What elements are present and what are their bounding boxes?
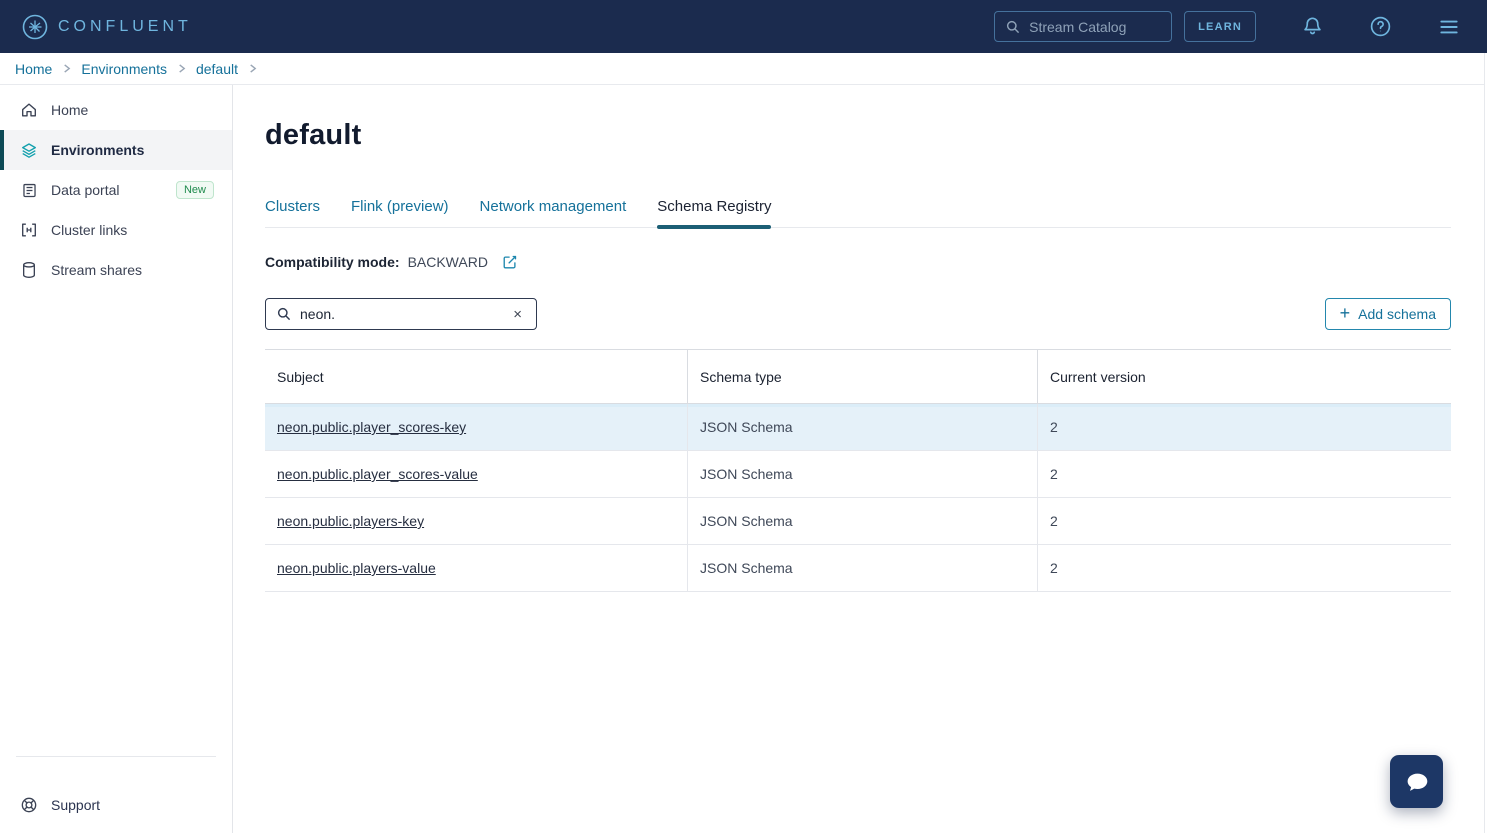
current-version-cell: 2 xyxy=(1037,404,1451,450)
clear-search-icon[interactable]: × xyxy=(509,305,526,324)
menu-icon[interactable] xyxy=(1437,15,1461,39)
chevron-right-icon xyxy=(177,64,186,73)
sidebar-item-home[interactable]: Home xyxy=(0,90,232,130)
sidebar-item-label: Environments xyxy=(51,142,144,158)
schema-type-cell: JSON Schema xyxy=(687,404,1037,450)
chevron-right-icon xyxy=(62,64,71,73)
help-icon[interactable] xyxy=(1369,15,1392,38)
layers-icon xyxy=(20,141,38,160)
learn-button[interactable]: LEARN xyxy=(1184,11,1256,42)
table-row[interactable]: neon.public.players-value JSON Schema 2 xyxy=(265,545,1451,592)
document-icon xyxy=(20,182,38,199)
subject-link[interactable]: neon.public.player_scores-value xyxy=(277,466,478,482)
sidebar-item-label: Stream shares xyxy=(51,262,142,278)
add-schema-button[interactable]: + Add schema xyxy=(1325,298,1451,330)
main-content: default Clusters Flink (preview) Network… xyxy=(233,85,1487,833)
subject-link[interactable]: neon.public.players-key xyxy=(277,513,424,529)
sidebar-item-cluster-links[interactable]: Cluster links xyxy=(0,210,232,250)
stream-catalog-input[interactable] xyxy=(1029,19,1149,35)
sidebar-item-stream-shares[interactable]: Stream shares xyxy=(0,250,232,290)
sidebar-divider xyxy=(16,756,216,757)
schemas-table: Subject Schema type Current version neon… xyxy=(265,349,1451,592)
sidebar-item-data-portal[interactable]: Data portal New xyxy=(0,170,232,210)
page-title: default xyxy=(265,119,1451,152)
schema-search-box[interactable]: × xyxy=(265,298,537,330)
plus-icon: + xyxy=(1340,304,1351,322)
breadcrumb-environments[interactable]: Environments xyxy=(81,61,167,77)
database-icon xyxy=(20,261,38,279)
table-header-row: Subject Schema type Current version xyxy=(265,349,1451,404)
confluent-logo-icon xyxy=(22,14,48,40)
compatibility-mode-label: Compatibility mode: xyxy=(265,254,400,270)
sidebar-item-label: Cluster links xyxy=(51,222,127,238)
top-navbar: CONFLUENT LEARN xyxy=(0,0,1487,53)
chat-button[interactable] xyxy=(1390,755,1443,808)
subject-link[interactable]: neon.public.player_scores-key xyxy=(277,419,466,435)
tab-bar: Clusters Flink (preview) Network managem… xyxy=(265,198,1451,228)
confluent-brand[interactable]: CONFLUENT xyxy=(22,14,192,40)
subject-link[interactable]: neon.public.players-value xyxy=(277,560,436,576)
table-row[interactable]: neon.public.player_scores-value JSON Sch… xyxy=(265,451,1451,498)
schema-type-cell: JSON Schema xyxy=(687,498,1037,544)
chat-bubble-icon xyxy=(1402,767,1432,797)
schema-search-input[interactable] xyxy=(300,306,509,322)
schema-type-cell: JSON Schema xyxy=(687,451,1037,497)
current-version-cell: 2 xyxy=(1037,545,1451,591)
life-ring-icon xyxy=(20,796,38,814)
notifications-bell-icon[interactable] xyxy=(1301,15,1324,38)
chevron-right-icon xyxy=(248,64,257,73)
tab-flink-preview[interactable]: Flink (preview) xyxy=(351,198,449,227)
column-header-current-version: Current version xyxy=(1037,350,1451,403)
current-version-cell: 2 xyxy=(1037,498,1451,544)
column-header-schema-type: Schema type xyxy=(687,350,1037,403)
cluster-links-icon xyxy=(20,221,38,239)
home-icon xyxy=(20,101,38,119)
edit-icon[interactable] xyxy=(502,254,518,270)
table-row[interactable]: neon.public.players-key JSON Schema 2 xyxy=(265,498,1451,545)
new-badge: New xyxy=(176,181,214,199)
support-label: Support xyxy=(51,797,100,813)
brand-name: CONFLUENT xyxy=(58,18,192,36)
compatibility-mode-row: Compatibility mode: BACKWARD xyxy=(265,254,1451,270)
sidebar-item-support[interactable]: Support xyxy=(0,785,232,825)
compatibility-mode-value: BACKWARD xyxy=(408,254,488,270)
sidebar-item-label: Data portal xyxy=(51,182,119,198)
stream-catalog-search[interactable] xyxy=(994,11,1172,42)
column-header-subject: Subject xyxy=(265,350,687,403)
table-row[interactable]: neon.public.player_scores-key JSON Schem… xyxy=(265,404,1451,451)
sidebar-item-label: Home xyxy=(51,102,88,118)
breadcrumb: Home Environments default xyxy=(0,53,1487,85)
controls-row: × + Add schema xyxy=(265,298,1451,330)
sidebar: Home Environments Data portal New xyxy=(0,85,233,833)
tab-clusters[interactable]: Clusters xyxy=(265,198,320,227)
tab-network-management[interactable]: Network management xyxy=(480,198,627,227)
search-icon xyxy=(1005,19,1021,35)
tab-schema-registry[interactable]: Schema Registry xyxy=(657,198,771,227)
search-icon xyxy=(276,306,292,322)
breadcrumb-home[interactable]: Home xyxy=(15,61,52,77)
current-version-cell: 2 xyxy=(1037,451,1451,497)
add-schema-label: Add schema xyxy=(1358,306,1436,322)
breadcrumb-default[interactable]: default xyxy=(196,61,238,77)
sidebar-item-environments[interactable]: Environments xyxy=(0,130,232,170)
schema-type-cell: JSON Schema xyxy=(687,545,1037,591)
